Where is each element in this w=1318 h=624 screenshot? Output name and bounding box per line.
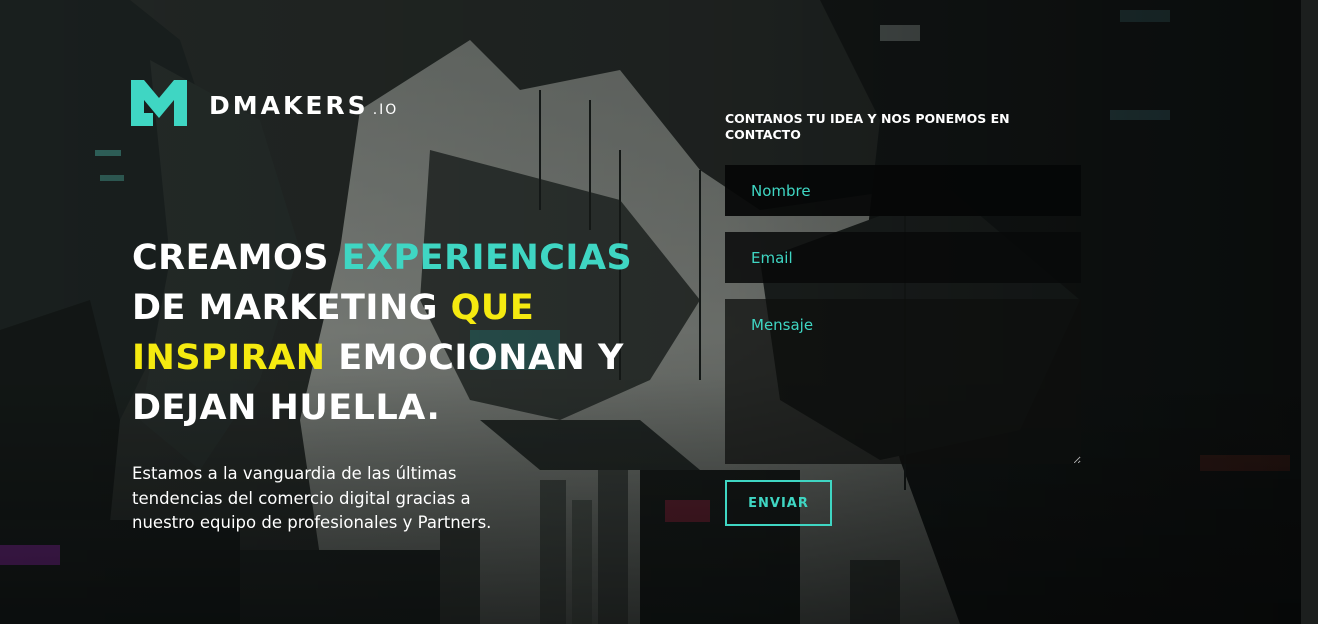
email-input[interactable] — [725, 232, 1081, 283]
brand-tld: .IO — [372, 102, 399, 118]
headline-highlight-experiencias: EXPERIENCIAS — [341, 238, 633, 278]
contact-form-title: CONTANOS TU IDEA Y NOS PONEMOS EN CONTAC… — [725, 111, 1010, 142]
hero-subtext: Estamos a la vanguardia de las últimas t… — [132, 464, 492, 532]
message-textarea[interactable] — [725, 299, 1081, 464]
name-input[interactable] — [725, 165, 1081, 216]
headline-part-3: DE MARKETING — [132, 288, 451, 328]
dm-logo-icon — [131, 80, 187, 126]
hero-headline: CREAMOS EXPERIENCIAS DE MARKETING QUE IN… — [132, 233, 652, 433]
brand-logo[interactable]: DMAKERS .IO — [131, 80, 398, 126]
send-button[interactable]: ENVIAR — [725, 480, 832, 526]
landing-page: DMAKERS .IO CREAMOS EXPERIENCIAS DE MARK… — [0, 0, 1318, 624]
scrollbar-gutter — [1301, 0, 1318, 624]
headline-part-1: CREAMOS — [132, 238, 342, 278]
brand-name: DMAKERS — [209, 91, 369, 120]
